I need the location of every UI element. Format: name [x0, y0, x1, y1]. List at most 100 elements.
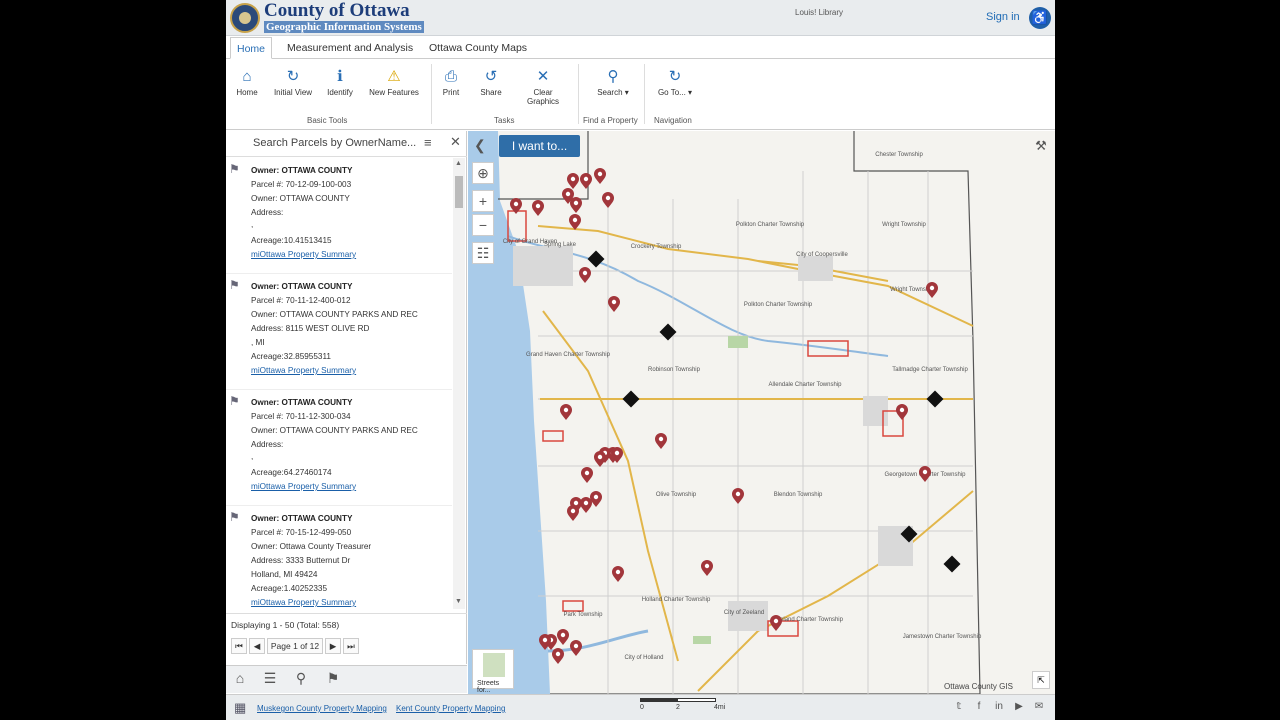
bookmark-icon[interactable]: ☷ — [472, 242, 494, 264]
results-scrollbar[interactable]: ▲ ▼ — [453, 158, 465, 609]
place-label: Holland Charter Township — [642, 597, 711, 603]
map-pin-dot — [583, 176, 589, 182]
parcel-marker[interactable] — [594, 168, 606, 184]
tools-icon[interactable]: ⚒ — [1030, 135, 1052, 157]
result-owner: Owner: OTTAWA COUNTY PARKS AND REC — [251, 426, 418, 435]
chevron-up-icon[interactable]: ▲ — [455, 160, 462, 167]
share-button[interactable]: ↺ Share — [478, 66, 504, 97]
parcel-marker[interactable] — [580, 173, 592, 189]
search-dropdown-button[interactable]: ⚲ Search ▾ — [592, 66, 634, 97]
youtube-icon[interactable]: ▶ — [1013, 701, 1025, 713]
twitter-icon[interactable]: 𝕥 — [953, 701, 965, 713]
parcel-marker[interactable] — [655, 433, 667, 449]
email-icon[interactable]: ✉ — [1033, 701, 1045, 713]
parcel-marker[interactable] — [732, 488, 744, 504]
gis-app: County of Ottawa Geographic Information … — [226, 0, 1055, 720]
poi-diamond-icon[interactable] — [943, 555, 961, 573]
list-item[interactable]: ⚑ Owner: OTTAWA COUNTY Parcel #: 70-11-1… — [226, 274, 452, 390]
parcel-marker[interactable] — [590, 491, 602, 507]
map-pin-dot — [773, 618, 779, 624]
zoom-in-button[interactable]: + — [472, 190, 494, 212]
parcel-marker[interactable] — [701, 560, 713, 576]
property-summary-link[interactable]: miOttawa Property Summary — [251, 598, 356, 607]
kent-mapping-link[interactable]: Kent County Property Mapping — [396, 704, 505, 713]
list-item[interactable]: ⚑ Owner: OTTAWA COUNTY Parcel #: 70-12-0… — [226, 158, 452, 274]
parcel-marker[interactable] — [560, 404, 572, 420]
poi-diamond-icon[interactable] — [659, 323, 677, 341]
parcel-marker[interactable] — [532, 200, 544, 216]
facebook-icon[interactable]: f — [973, 701, 985, 713]
scale-label-2: 2 — [676, 704, 680, 711]
parcel-search-icon[interactable]: ⚑ — [322, 670, 344, 690]
parcel-marker[interactable] — [770, 615, 782, 631]
layers-icon[interactable]: ☰ — [259, 670, 281, 690]
poi-diamond-icon[interactable] — [926, 390, 944, 408]
map-canvas[interactable]: Chester Township Polkton Charter Township… — [468, 131, 1055, 694]
parcel-marker[interactable] — [567, 173, 579, 189]
parcel-marker[interactable] — [608, 296, 620, 312]
county-seal-logo[interactable] — [230, 3, 260, 33]
poi-diamond-icon[interactable] — [587, 250, 605, 268]
poi-diamond-icon[interactable] — [622, 390, 640, 408]
tab-ottawa-county-maps[interactable]: Ottawa County Maps — [423, 37, 533, 59]
parcel-marker[interactable] — [557, 629, 569, 645]
parcel-marker[interactable] — [919, 466, 931, 482]
parcel-marker[interactable] — [581, 467, 593, 483]
locate-icon[interactable]: ⊕ — [472, 162, 494, 184]
list-item[interactable]: ⚑ Owner: OTTAWA COUNTY Parcel #: 70-15-1… — [226, 506, 452, 609]
clear-graphics-button[interactable]: ✕ Clear Graphics — [517, 66, 569, 106]
parcel-marker[interactable] — [579, 267, 591, 283]
result-acreage: Acreage:32.85955311 — [251, 352, 331, 361]
tab-home[interactable]: Home — [230, 37, 273, 59]
zoom-icon[interactable]: ⚲ — [290, 670, 312, 690]
menu-icon[interactable]: ≡ — [424, 135, 432, 150]
linkedin-icon[interactable]: in — [993, 701, 1005, 713]
property-summary-link[interactable]: miOttawa Property Summary — [251, 482, 356, 491]
scroll-thumb[interactable] — [455, 176, 463, 208]
print-button[interactable]: ⎙ Print — [438, 66, 464, 97]
property-summary-link[interactable]: miOttawa Property Summary — [251, 366, 356, 375]
refresh-icon: ↻ — [286, 68, 300, 85]
parcel-marker[interactable] — [602, 192, 614, 208]
property-summary-link[interactable]: miOttawa Property Summary — [251, 250, 356, 259]
identify-button[interactable]: ℹ Identify — [324, 66, 356, 97]
expand-icon[interactable]: ⇱ — [1032, 671, 1050, 689]
parcel-marker[interactable] — [567, 505, 579, 521]
map-pin-dot — [573, 643, 579, 649]
parcel-marker[interactable] — [569, 214, 581, 230]
parcel-marker[interactable] — [570, 197, 582, 213]
muskegon-mapping-link[interactable]: Muskegon County Property Mapping — [257, 704, 387, 713]
parcel-marker[interactable] — [612, 566, 624, 582]
home-icon[interactable]: ⌂ — [229, 670, 251, 690]
parcel-marker[interactable] — [552, 648, 564, 664]
first-page-button[interactable]: ⏮ — [231, 638, 247, 654]
place-label: Zeeland Charter Township — [773, 617, 844, 623]
chevron-left-icon[interactable]: ❮ — [474, 137, 486, 154]
parcel-marker[interactable] — [570, 640, 582, 656]
map-pin-dot — [597, 454, 603, 460]
basemap-switcher[interactable]: Streets for... — [472, 649, 514, 694]
new-features-button[interactable]: ⚠ New Features — [368, 66, 420, 97]
go-to-dropdown-button[interactable]: ↻ Go To... ▾ — [654, 66, 696, 97]
home-button[interactable]: ⌂ Home — [234, 66, 260, 97]
next-page-button[interactable]: ▶ — [325, 638, 341, 654]
parcel-marker[interactable] — [580, 497, 592, 513]
prev-page-button[interactable]: ◀ — [249, 638, 265, 654]
place-label: Allendale Charter Township — [769, 382, 843, 388]
list-item[interactable]: ⚑ Owner: OTTAWA COUNTY Parcel #: 70-11-1… — [226, 390, 452, 506]
initial-view-button[interactable]: ↻ Initial View — [272, 66, 314, 97]
zoom-out-button[interactable]: − — [472, 214, 494, 236]
parcel-marker[interactable] — [594, 451, 606, 467]
tab-measurement-analysis[interactable]: Measurement and Analysis — [281, 37, 419, 59]
map-view[interactable]: Chester Township Polkton Charter Township… — [468, 131, 1055, 694]
parcel-marker[interactable] — [896, 404, 908, 420]
result-address: Address: 3333 Butternut Dr — [251, 556, 351, 565]
i-want-to-button[interactable]: I want to... — [499, 135, 580, 157]
sign-in-link[interactable]: Sign in — [986, 11, 1020, 23]
last-page-button[interactable]: ⏭ — [343, 638, 359, 654]
chevron-down-icon[interactable]: ▼ — [455, 598, 462, 605]
result-owner: Owner: OTTAWA COUNTY — [251, 194, 350, 203]
close-icon[interactable]: ✕ — [450, 134, 461, 150]
wheelchair-icon[interactable]: ♿ — [1029, 7, 1051, 29]
map-pin-dot — [929, 285, 935, 291]
